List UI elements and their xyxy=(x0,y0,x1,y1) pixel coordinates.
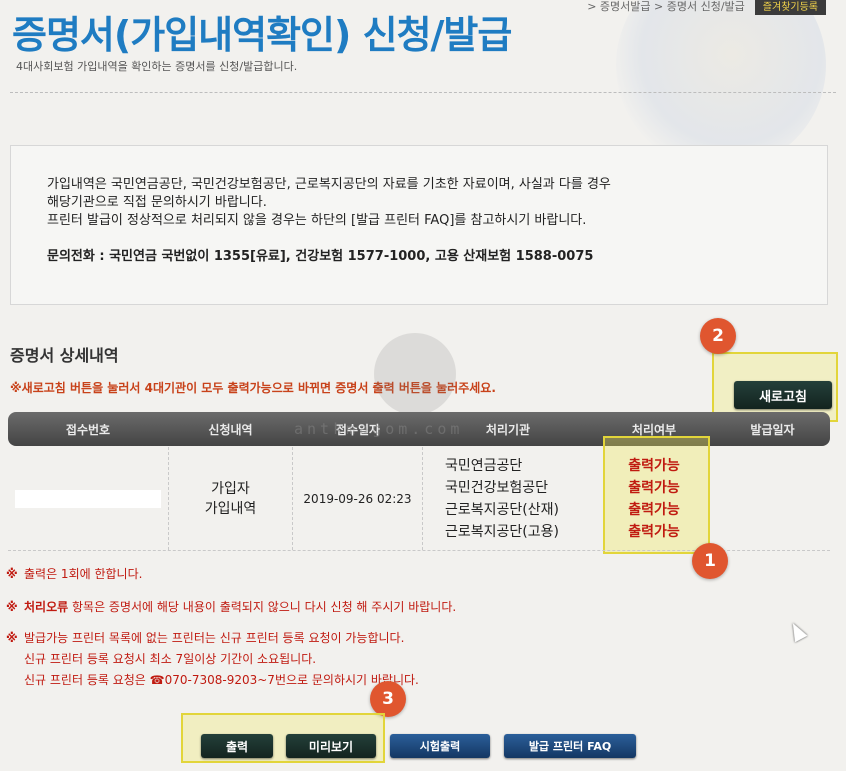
mouse-cursor-icon xyxy=(786,619,808,643)
agency-name: 국민연금공단 xyxy=(445,457,523,474)
header-receipt-number: 접수번호 xyxy=(65,422,111,437)
note-text: 처리오류 항목은 증명서에 해당 내용이 출력되지 않으니 다시 신청 해 주시… xyxy=(24,597,456,618)
contact-info: 문의전화 : 국민연금 국번없이 1355[유료], 건강보험 1577-100… xyxy=(47,249,594,264)
table-row: 가입자 가입내역 2019-09-26 02:23 국민연금공단 국민건강보험공… xyxy=(8,447,830,551)
agency-name: 근로복지공단(산재) xyxy=(445,501,559,518)
redacted-receipt-number xyxy=(15,489,161,508)
request-type-line: 가입자 xyxy=(211,480,250,497)
note-item: ※ 출력은 1회에 한합니다. xyxy=(6,564,456,585)
watermark-logo xyxy=(374,333,456,415)
note-text: 발급가능 프린터 목록에 없는 프린터는 신규 프린터 등록 요청이 가능합니다… xyxy=(24,628,419,691)
annotation-badge-2: 2 xyxy=(700,318,736,354)
note-item: ※ 처리오류 항목은 증명서에 해당 내용이 출력되지 않으니 다시 신청 해 … xyxy=(6,597,456,618)
note-text: 출력은 1회에 한합니다. xyxy=(24,567,143,581)
printer-faq-button[interactable]: 발급 프린터 FAQ xyxy=(504,734,636,758)
status-cell: 출력가능 출력가능 출력가능 출력가능 xyxy=(593,447,715,550)
status-label: 출력가능 xyxy=(628,457,680,474)
notice-line: 가입내역은 국민연금공단, 국민건강보험공단, 근로복지공단의 자료를 기초한 … xyxy=(47,177,611,192)
note-line: 발급가능 프린터 목록에 없는 프린터는 신규 프린터 등록 요청이 가능합니다… xyxy=(24,631,405,645)
issue-date-cell xyxy=(715,447,830,550)
note-emphasis: 처리오류 xyxy=(24,600,69,614)
note-line: 신규 프린터 등록 요청은 ☎070-7308-9203~7번으로 문의하시기 … xyxy=(24,673,419,687)
header-issue-date: 발급일자 xyxy=(750,422,795,437)
agency-name: 국민건강보험공단 xyxy=(445,479,549,496)
preview-button[interactable]: 미리보기 xyxy=(286,734,376,758)
note-mark: ※ xyxy=(6,600,18,614)
section-title: 증명서 상세내역 xyxy=(10,346,119,365)
annotation-badge-1: 1 xyxy=(692,543,728,579)
note-mark: ※ xyxy=(6,631,18,645)
receipt-number-cell xyxy=(8,447,168,550)
status-label: 출력가능 xyxy=(628,501,680,518)
notice-line: 프린터 발급이 정상적으로 처리되지 않을 경우는 하단의 [발급 프린터 FA… xyxy=(47,213,587,228)
agency-cell: 국민연금공단 국민건강보험공단 근로복지공단(산재) 근로복지공단(고용) xyxy=(423,447,593,550)
note-text-rest: 항목은 증명서에 해당 내용이 출력되지 않으니 다시 신청 해 주시기 바랍니… xyxy=(68,600,457,614)
refresh-button[interactable]: 새로고침 xyxy=(734,381,832,409)
watermark-text: antkmagom.com xyxy=(294,420,464,438)
note-mark: ※ xyxy=(6,567,18,581)
agency-name: 근로복지공단(고용) xyxy=(445,523,559,540)
status-label: 출력가능 xyxy=(628,523,680,540)
favorite-button[interactable]: 즐겨찾기등록 xyxy=(754,0,826,15)
request-type-cell: 가입자 가입내역 xyxy=(168,447,293,550)
test-print-button[interactable]: 시험출력 xyxy=(390,734,490,758)
top-navigation: > 증명서발급 > 증명서 신청/발급 즐겨찾기등록 xyxy=(587,0,826,15)
note-line: 신규 프린터 등록 요청시 최소 7일이상 기간이 소요됩니다. xyxy=(24,652,317,666)
header-status: 처리여부 xyxy=(631,422,677,437)
header-request-type: 신청내역 xyxy=(208,422,253,437)
notes-section: ※ 출력은 1회에 한합니다. ※ 처리오류 항목은 증명서에 해당 내용이 출… xyxy=(6,564,456,691)
status-label: 출력가능 xyxy=(628,479,680,496)
breadcrumb: > 증명서발급 > 증명서 신청/발급 xyxy=(587,0,745,13)
notice-box: 가입내역은 국민연금공단, 국민건강보험공단, 근로복지공단의 자료를 기초한 … xyxy=(10,145,828,305)
notice-line: 해당기관으로 직접 문의하시기 바랍니다. xyxy=(47,195,267,210)
request-type-line: 가입내역 xyxy=(204,500,257,517)
print-button[interactable]: 출력 xyxy=(201,734,273,758)
annotation-badge-3: 3 xyxy=(370,681,406,717)
page-title: 증명서(가입내역확인) 신청/발급 xyxy=(12,13,512,57)
received-date-cell: 2019-09-26 02:23 xyxy=(293,447,423,550)
header-divider xyxy=(10,92,836,93)
page-subtitle: 4대사회보험 가입내역을 확인하는 증명서를 신청/발급합니다. xyxy=(16,60,298,73)
